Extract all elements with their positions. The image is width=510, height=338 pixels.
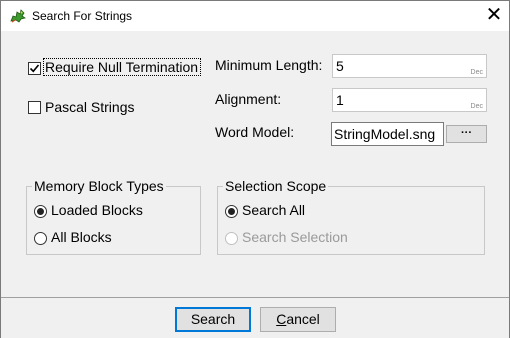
word-model-input[interactable]: StringModel.sng (331, 122, 444, 146)
minimum-length-value: 5 (336, 58, 344, 74)
close-button[interactable]: ✕ (479, 1, 509, 31)
cancel-button[interactable]: Cancel (260, 307, 336, 332)
radio-dot (228, 208, 235, 215)
search-selection-radio[interactable] (225, 232, 238, 245)
word-model-value: StringModel.sng (334, 126, 436, 142)
alignment-value: 1 (336, 92, 344, 108)
alignment-unit: Dec (470, 103, 483, 110)
alignment-label: Alignment: (215, 91, 282, 107)
all-blocks-label[interactable]: All Blocks (51, 229, 112, 245)
all-blocks-radio[interactable] (34, 232, 47, 245)
word-model-label: Word Model: (215, 124, 295, 140)
memory-block-types-group: Memory Block Types Loaded Blocks All Blo… (26, 178, 201, 255)
memory-block-types-title: Memory Block Types (32, 178, 166, 194)
ellipsis-icon: ··· (461, 127, 472, 139)
loaded-blocks-label[interactable]: Loaded Blocks (51, 202, 143, 218)
radio-dot (37, 208, 44, 215)
search-button-label: Search (190, 311, 236, 327)
minimum-length-input[interactable]: 5 Dec (332, 54, 487, 78)
minimum-length-label: Minimum Length: (215, 57, 323, 73)
loaded-blocks-radio[interactable] (34, 205, 47, 218)
selection-scope-title: Selection Scope (223, 178, 329, 194)
cancel-button-label: Cancel (276, 311, 320, 327)
search-for-strings-dialog: Search For Strings ✕ Require Null Termin… (0, 0, 510, 338)
pascal-strings-checkbox[interactable] (28, 101, 41, 114)
minimum-length-unit: Dec (470, 69, 483, 76)
dragon-icon (9, 7, 27, 25)
selection-scope-group: Selection Scope Search All Search Select… (217, 178, 485, 255)
require-null-termination-label[interactable]: Require Null Termination (45, 59, 198, 75)
require-null-termination-checkbox[interactable] (28, 62, 41, 75)
dialog-body: Require Null Termination Pascal Strings … (1, 31, 509, 297)
browse-word-model-button[interactable]: ··· (446, 125, 487, 143)
search-all-label[interactable]: Search All (242, 202, 305, 218)
dialog-footer: Search Cancel (1, 297, 509, 338)
window-title: Search For Strings (32, 9, 133, 23)
checkmark-icon (29, 64, 40, 73)
alignment-input[interactable]: 1 Dec (332, 88, 487, 112)
search-selection-label[interactable]: Search Selection (242, 229, 348, 245)
close-icon: ✕ (485, 4, 503, 26)
search-all-radio[interactable] (225, 205, 238, 218)
title-bar: Search For Strings ✕ (1, 1, 509, 31)
search-button[interactable]: Search (175, 307, 251, 332)
pascal-strings-label[interactable]: Pascal Strings (45, 99, 134, 115)
